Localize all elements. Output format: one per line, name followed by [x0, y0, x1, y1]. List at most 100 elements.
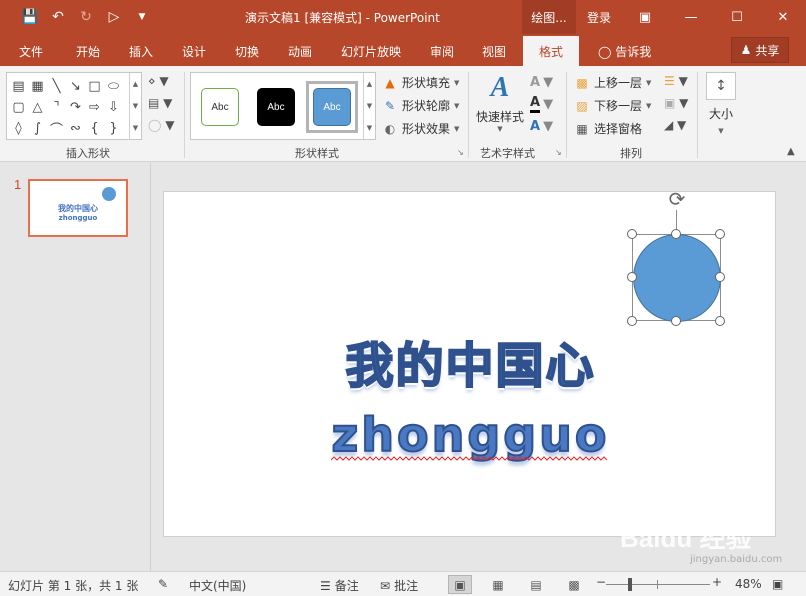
curve-shape-icon[interactable]: ∾ — [66, 118, 85, 139]
login-link[interactable]: 登录 — [587, 9, 611, 26]
text-effects-icon[interactable]: A ▼ — [530, 118, 553, 134]
shape-fill-button[interactable]: ▲ 形状填充 ▼ — [382, 74, 459, 91]
slide-sorter-view-icon[interactable]: ▦ — [486, 575, 510, 594]
zoom-level[interactable]: 48% — [735, 577, 762, 591]
shapes-gallery-scroll[interactable]: ▲ ▼ ▼ — [129, 73, 141, 139]
right-brace-shape-icon[interactable]: } — [104, 118, 123, 139]
normal-view-icon[interactable]: ▣ — [448, 575, 472, 594]
slideshow-from-start-icon[interactable]: ▷ — [104, 8, 124, 26]
text-outline-icon[interactable]: A ▼ — [530, 95, 553, 113]
freeform-shape-icon[interactable]: ◊ — [9, 118, 28, 139]
zoom-out-icon[interactable]: − — [596, 575, 606, 589]
close-icon[interactable]: ✕ — [760, 0, 806, 34]
send-backward-button[interactable]: ▨ 下移一层 ▼ — [574, 97, 651, 114]
left-brace-shape-icon[interactable]: { — [85, 118, 104, 139]
tab-home[interactable]: 开始 — [76, 43, 100, 60]
ribbon-display-icon[interactable]: ▣ — [622, 0, 668, 34]
language-status[interactable]: 中文(中国) — [189, 577, 246, 594]
tab-design[interactable]: 设计 — [182, 43, 206, 60]
resize-handle-right[interactable] — [715, 272, 725, 282]
quick-styles-button[interactable]: A 快速样式 ▼ — [474, 72, 526, 133]
arc-shape-icon[interactable]: ⌒ — [47, 118, 66, 139]
maximize-icon[interactable]: ☐ — [714, 0, 760, 34]
line-shape-icon[interactable]: ╲ — [47, 76, 66, 97]
tab-view[interactable]: 视图 — [482, 43, 506, 60]
merge-shapes-icon[interactable]: ◯ ▼ — [148, 118, 174, 134]
redo-icon[interactable]: ↻ — [76, 8, 96, 26]
group-icon[interactable]: ▣ ▼ — [664, 96, 688, 112]
resize-handle-left[interactable] — [627, 272, 637, 282]
zoom-in-icon[interactable]: + — [712, 575, 722, 589]
slide-thumbnail[interactable]: 我的中国心 zhongguo — [28, 179, 128, 237]
save-icon[interactable]: 💾 — [20, 8, 40, 26]
align-icon[interactable]: ☰ ▼ — [664, 74, 688, 90]
oval-shape-icon[interactable]: ⬭ — [104, 76, 123, 97]
right-arrow-shape-icon[interactable]: ⇨ — [85, 97, 104, 118]
rotate-icon[interactable]: ◢ ▼ — [664, 118, 688, 134]
shape-style-outline-green[interactable]: Abc — [201, 88, 239, 126]
tell-me-search[interactable]: ◯ 告诉我 — [598, 43, 651, 60]
edit-shape-icon[interactable]: ⋄ ▼ — [148, 74, 174, 90]
undo-icon[interactable]: ↶ — [48, 8, 68, 26]
scroll-down-icon[interactable]: ▼ — [367, 102, 372, 110]
triangle-shape-icon[interactable]: △ — [28, 97, 47, 118]
notes-button[interactable]: ☰ 备注 — [320, 577, 359, 594]
vertical-text-box-icon[interactable]: ▦ — [28, 76, 47, 97]
resize-handle-bottom-left[interactable] — [627, 316, 637, 326]
down-arrow-shape-icon[interactable]: ⇩ — [104, 97, 123, 118]
scroll-up-icon[interactable]: ▲ — [133, 80, 138, 88]
minimize-icon[interactable]: — — [668, 0, 714, 34]
shape-style-fill-black[interactable]: Abc — [257, 88, 295, 126]
tab-review[interactable]: 审阅 — [430, 43, 454, 60]
rotate-handle-icon[interactable]: ⟳ — [665, 187, 689, 211]
comments-button[interactable]: ✉ 批注 — [380, 577, 418, 594]
tab-animations[interactable]: 动画 — [288, 43, 312, 60]
wordart-title-line2[interactable]: zhongguo — [164, 407, 777, 463]
scroll-up-icon[interactable]: ▲ — [367, 80, 372, 88]
shape-outline-button[interactable]: ✎ 形状轮廓 ▼ — [382, 97, 459, 114]
resize-handle-top[interactable] — [671, 229, 681, 239]
resize-handle-bottom[interactable] — [671, 316, 681, 326]
tab-slideshow[interactable]: 幻灯片放映 — [341, 43, 401, 60]
zoom-slider-thumb[interactable] — [628, 578, 632, 591]
customize-qat-icon[interactable]: ▼ — [132, 8, 152, 26]
tab-file[interactable]: 文件 — [19, 43, 43, 60]
text-box-insert-icon[interactable]: ▤ ▼ — [148, 96, 174, 112]
shape-styles-dialog-launcher-icon[interactable]: ↘ — [457, 148, 464, 157]
fit-to-window-icon[interactable]: ▣ — [772, 577, 783, 591]
share-button[interactable]: ♟ 共享 — [731, 37, 789, 63]
bring-forward-button[interactable]: ▩ 上移一层 ▼ — [574, 74, 651, 91]
shape-effects-button[interactable]: ◐ 形状效果 ▼ — [382, 120, 460, 137]
scroll-down-icon[interactable]: ▼ — [133, 102, 138, 110]
elbow-connector-icon[interactable]: ⌝ — [47, 97, 66, 118]
pane-divider[interactable] — [150, 163, 151, 571]
rounded-rectangle-shape-icon[interactable]: ▢ — [9, 97, 28, 118]
tab-insert[interactable]: 插入 — [129, 43, 153, 60]
arrange-group-label: 排列 — [620, 147, 642, 160]
resize-handle-top-right[interactable] — [715, 229, 725, 239]
gallery-more-icon[interactable]: ▼ — [367, 124, 372, 132]
wordart-title-line1[interactable]: 我的中国心 — [164, 326, 777, 396]
zoom-slider-track[interactable] — [606, 584, 710, 585]
wordart-dialog-launcher-icon[interactable]: ↘ — [555, 148, 562, 157]
selection-pane-button[interactable]: ▦ 选择窗格 — [574, 120, 642, 137]
text-fill-icon[interactable]: A ▼ — [530, 74, 553, 90]
slideshow-view-icon[interactable]: ▩ — [562, 575, 586, 594]
rectangle-shape-icon[interactable]: □ — [85, 76, 104, 97]
elbow-arrow-connector-icon[interactable]: ↷ — [66, 97, 85, 118]
scribble-shape-icon[interactable]: ∫ — [28, 118, 47, 139]
tab-format[interactable]: 格式 — [523, 36, 580, 66]
gallery-more-icon[interactable]: ▼ — [133, 124, 138, 132]
reading-view-icon[interactable]: ▤ — [524, 575, 548, 594]
style-gallery-scroll[interactable]: ▲ ▼ ▼ — [363, 73, 375, 139]
spellcheck-status-icon[interactable]: ✎ — [158, 577, 168, 591]
resize-handle-bottom-right[interactable] — [715, 316, 725, 326]
tab-transitions[interactable]: 切换 — [235, 43, 259, 60]
collapse-ribbon-icon[interactable]: ▲ — [787, 146, 795, 157]
size-button[interactable]: ↕ 大小 ▼ — [704, 72, 738, 136]
circle-shape[interactable] — [633, 234, 721, 322]
arrow-line-shape-icon[interactable]: ↘ — [66, 76, 85, 97]
shape-style-fill-blue[interactable]: Abc — [313, 88, 351, 126]
resize-handle-top-left[interactable] — [627, 229, 637, 239]
text-box-icon[interactable]: ▤ — [9, 76, 28, 97]
